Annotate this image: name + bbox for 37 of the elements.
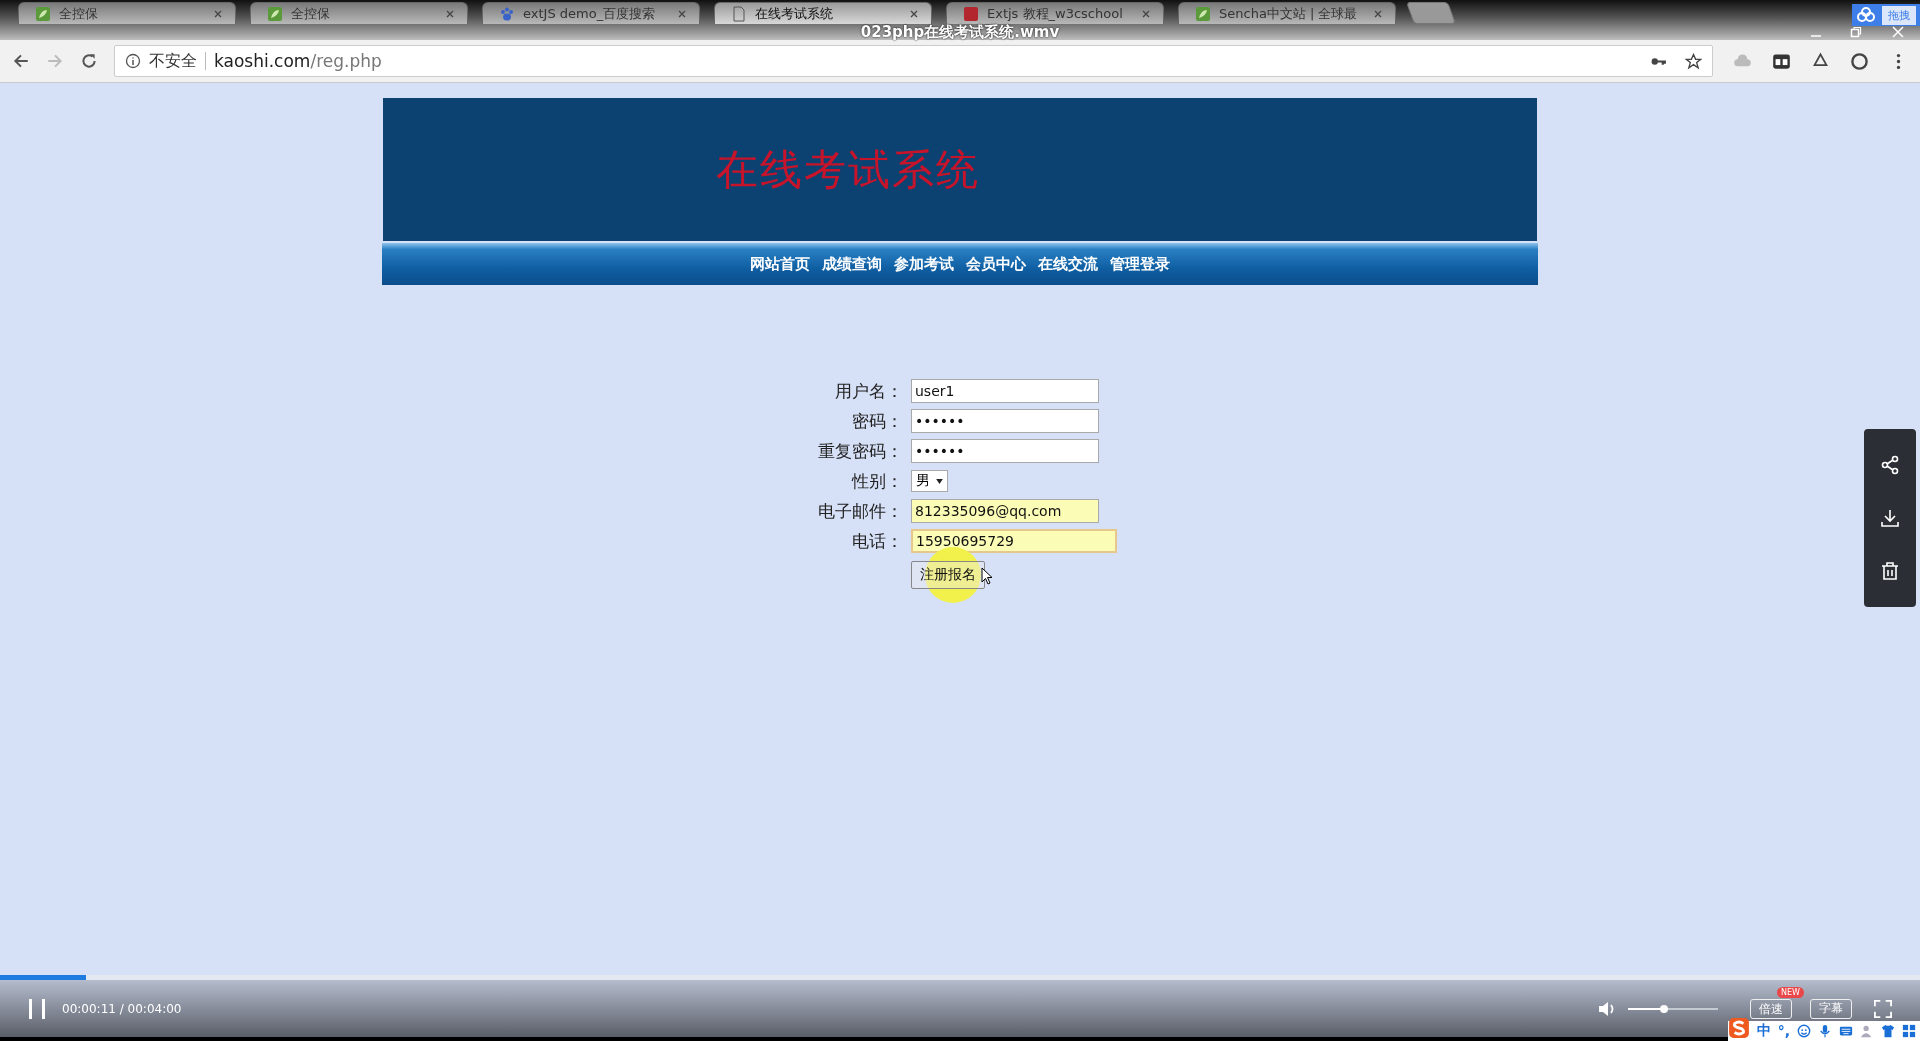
site-title: 在线考试系统 — [716, 143, 980, 196]
nav-link[interactable]: 成绩查询 — [822, 254, 882, 274]
browser-tab[interactable]: Extjs 教程_w3cschool — [946, 2, 1164, 24]
browser-tab[interactable]: Sencha中文站 | 全球最 — [1178, 2, 1396, 24]
nav-link[interactable]: 参加考试 — [894, 254, 954, 274]
field-label: 用户名： — [834, 379, 904, 403]
input-field[interactable]: 15950695729 — [911, 529, 1117, 553]
subtitles-button[interactable]: 字幕 — [1810, 998, 1852, 1019]
url-field[interactable]: 不安全 kaoshi.com/reg.php — [114, 45, 1713, 77]
nav-link[interactable]: 管理登录 — [1110, 254, 1170, 274]
nav-link[interactable]: 网站首页 — [750, 254, 810, 274]
input-field[interactable]: •••••• — [911, 439, 1099, 463]
browser-tab[interactable]: 全控保 — [250, 2, 468, 24]
input-field[interactable]: user1 — [911, 379, 1099, 403]
register-button[interactable]: 注册报名 — [911, 561, 985, 589]
browser-tab[interactable]: 在线考试系统 — [714, 2, 932, 24]
field-label: 密码： — [851, 409, 904, 433]
nav-link[interactable]: 会员中心 — [966, 254, 1026, 274]
drag-button[interactable]: 拖拽 — [1852, 4, 1920, 26]
nav-link[interactable]: 在线交流 — [1038, 254, 1098, 274]
field-label: 重复密码： — [817, 439, 904, 463]
ime-punctuation[interactable]: °, — [1777, 1023, 1790, 1039]
field-label: 电话： — [851, 529, 904, 553]
field-label: 性别： — [850, 469, 904, 493]
browser-tab[interactable]: 全控保 — [18, 2, 236, 24]
video-title: 023php在线考试系统.wmv — [860, 25, 1060, 40]
gender-select[interactable]: 男 — [911, 470, 948, 492]
security-label: 不安全 — [149, 50, 197, 72]
url-text: kaoshi.com/reg.php — [214, 51, 382, 71]
speed-button[interactable]: 倍速 — [1750, 999, 1792, 1020]
playback-time: 00:00:11 / 00:04:00 — [62, 1001, 182, 1016]
field-label: 电子邮件： — [817, 499, 904, 523]
browser-tab[interactable]: extJS demo_百度搜索 — [482, 2, 700, 24]
input-field[interactable]: 812335096@qq.com — [911, 499, 1099, 523]
input-field[interactable]: •••••• — [911, 409, 1099, 433]
new-badge: NEW — [1777, 986, 1804, 998]
ime-mode[interactable]: 中 — [1756, 1022, 1771, 1040]
